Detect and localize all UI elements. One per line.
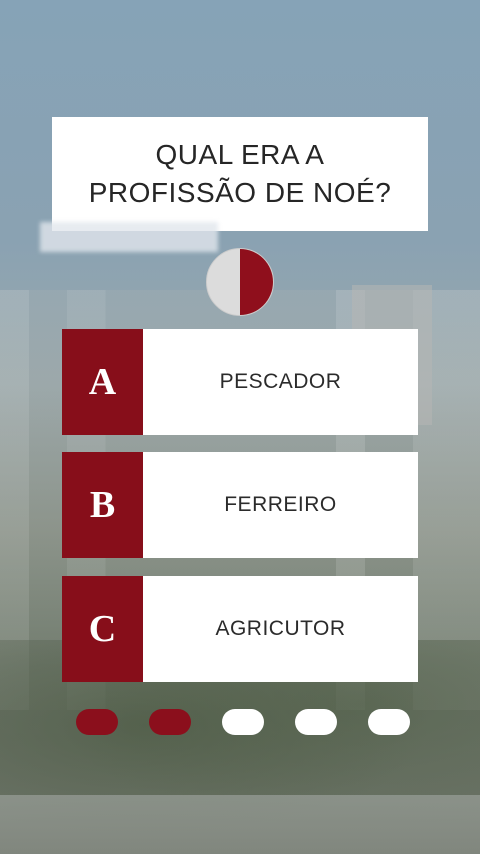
progress-dot <box>295 709 337 735</box>
timer-indicator <box>206 248 274 316</box>
background-wall <box>0 795 480 854</box>
option-c-text: AGRICUTOR <box>143 576 418 682</box>
progress-dot <box>222 709 264 735</box>
option-a-letter: A <box>62 329 143 435</box>
blurred-overlay <box>40 222 218 252</box>
option-a-text: PESCADOR <box>143 329 418 435</box>
timer-fill <box>240 249 273 315</box>
question-card: QUAL ERA A PROFISSÃO DE NOÉ? <box>52 117 428 231</box>
progress-dot <box>76 709 118 735</box>
progress-dot <box>368 709 410 735</box>
option-a-button[interactable]: A PESCADOR <box>62 329 418 435</box>
progress-dots <box>76 709 410 735</box>
progress-dot <box>149 709 191 735</box>
option-c-letter: C <box>62 576 143 682</box>
question-text: QUAL ERA A PROFISSÃO DE NOÉ? <box>88 139 392 208</box>
option-b-letter: B <box>62 452 143 558</box>
option-b-text: FERREIRO <box>143 452 418 558</box>
option-c-button[interactable]: C AGRICUTOR <box>62 576 418 682</box>
option-b-button[interactable]: B FERREIRO <box>62 452 418 558</box>
